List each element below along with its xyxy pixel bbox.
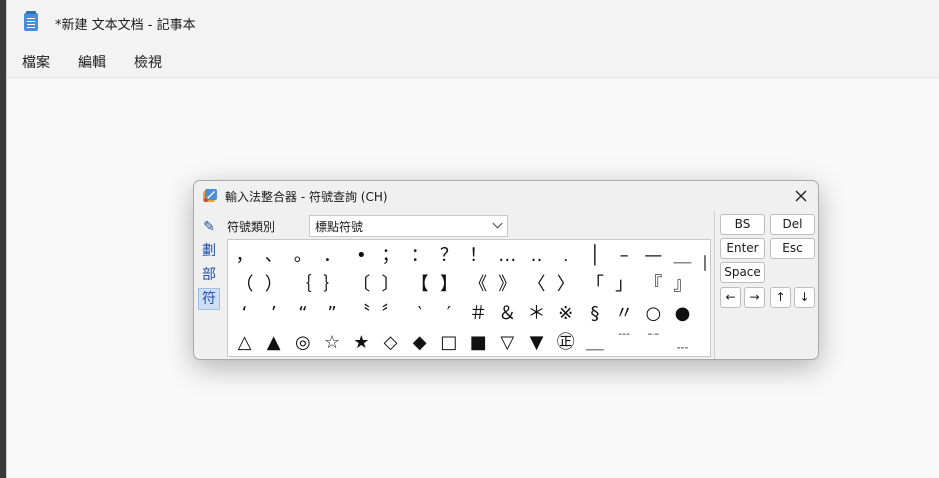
escape-key[interactable]: Esc xyxy=(770,238,815,259)
symbol-cell[interactable]: ‥ xyxy=(522,241,551,270)
category-label: 符號類別 xyxy=(227,220,276,234)
symbol-cell[interactable]: ＆ xyxy=(493,299,522,328)
window-title: *新建 文本文档 - 記事本 xyxy=(55,18,196,33)
symbol-cell[interactable]: ☆ xyxy=(318,328,347,356)
symbol-cell[interactable]: 】 xyxy=(434,270,463,299)
symbol-cell[interactable]: § xyxy=(580,299,609,328)
symbol-cell[interactable]: ＿ xyxy=(668,241,697,270)
symbol-cell[interactable]: △ xyxy=(230,328,259,356)
scrollbar-thumb[interactable] xyxy=(704,255,706,271)
symbol-cell[interactable]: │ xyxy=(580,241,609,270)
symbol-cell[interactable]: ﹍ xyxy=(668,328,697,356)
symbol-cell[interactable]: ◎ xyxy=(288,328,317,356)
menubar: 檔案 編輯 檢視 xyxy=(7,44,939,78)
symbol-cell[interactable]: ﹊ xyxy=(639,328,668,356)
lookup-mode-toolbar: ✎ 劃 部 符 xyxy=(198,216,220,312)
enter-key[interactable]: Enter xyxy=(720,238,765,259)
close-button[interactable] xyxy=(788,183,814,209)
category-value: 標點符號 xyxy=(315,220,364,234)
arrow-left-key[interactable]: ← xyxy=(720,287,741,308)
symbol-cell[interactable]: □ xyxy=(434,328,463,356)
stroke-mode-button[interactable]: 劃 xyxy=(198,240,220,262)
symbol-cell[interactable]: 《 xyxy=(464,270,493,299)
symbol-cell[interactable]: ㊣ xyxy=(551,328,580,356)
symbol-cell[interactable]: 『 xyxy=(639,270,668,299)
symbol-cell[interactable]: 』 xyxy=(668,270,697,299)
symbol-cell[interactable]: 〈 xyxy=(522,270,551,299)
symbol-cell[interactable]: ｛ xyxy=(288,270,317,299)
backspace-key[interactable]: BS xyxy=(720,214,765,235)
dialog-titlebar[interactable]: 輸入法整合器 - 符號查詢 (CH) xyxy=(194,181,818,211)
close-icon xyxy=(795,190,807,202)
symbol-cell[interactable]: 〔 xyxy=(347,270,376,299)
symbol-cell[interactable]: “ xyxy=(288,299,317,328)
symbol-mode-button[interactable]: 符 xyxy=(198,288,220,310)
symbol-cell[interactable]: ＿ xyxy=(580,328,609,356)
symbol-cell[interactable]: （ xyxy=(230,270,259,299)
symbol-cell[interactable]: ○ xyxy=(639,299,668,328)
handwriting-mode-button[interactable]: ✎ xyxy=(198,216,220,238)
symbol-cell[interactable]: 〝 xyxy=(347,299,376,328)
symbol-cell[interactable]: 〃 xyxy=(610,299,639,328)
menu-edit[interactable]: 編輯 xyxy=(78,52,106,72)
symbol-cell[interactable]: … xyxy=(493,241,522,270)
symbol-grid: ，、。． •；：？！… ‥ ﹒ │ – — ＿ （）｛｝〔〕【】《》〈〉「」『』 ‘’ “” 〝〞 ‵ ′… xyxy=(227,239,711,357)
symbol-cell[interactable]: ※ xyxy=(551,299,580,328)
symbol-cell[interactable]: ！ xyxy=(464,241,493,270)
symbol-cell[interactable]: ＃ xyxy=(464,299,493,328)
symbol-cell[interactable]: ？ xyxy=(434,241,463,270)
symbol-cell[interactable]: ‵ xyxy=(405,299,434,328)
arrow-up-key[interactable]: ↑ xyxy=(770,287,791,308)
menu-view[interactable]: 檢視 xyxy=(134,52,162,72)
symbol-cell[interactable]: 「 xyxy=(580,270,609,299)
symbol-cell[interactable]: ◆ xyxy=(405,328,434,356)
symbol-cell[interactable]: 【 xyxy=(405,270,434,299)
ime-symbol-dialog: 輸入法整合器 - 符號查詢 (CH) ✎ 劃 部 符 符號類別 標點符號 ，、。… xyxy=(193,180,819,360)
symbol-cell[interactable]: ‘ xyxy=(230,299,259,328)
symbol-cell[interactable]: ｝ xyxy=(318,270,347,299)
symbol-cell[interactable]: 〞 xyxy=(376,299,405,328)
ime-app-icon xyxy=(203,189,217,202)
symbol-cell[interactable]: ▲ xyxy=(259,328,288,356)
menu-file[interactable]: 檔案 xyxy=(22,52,50,72)
arrow-down-key[interactable]: ↓ xyxy=(794,287,815,308)
symbol-cell[interactable]: 」 xyxy=(610,270,639,299)
category-dropdown[interactable]: 標點符號 xyxy=(309,215,508,237)
symbol-cell[interactable]: ’ xyxy=(259,299,288,328)
symbol-cell[interactable]: ﹉ xyxy=(610,328,639,356)
symbol-cell[interactable]: 》 xyxy=(493,270,522,299)
symbol-cell[interactable]: ； xyxy=(376,241,405,270)
symbol-cell[interactable]: 〉 xyxy=(551,270,580,299)
symbol-cell[interactable]: – xyxy=(610,241,639,270)
symbol-cell[interactable]: ： xyxy=(405,241,434,270)
space-key[interactable]: Space xyxy=(720,262,765,283)
symbol-cell[interactable]: • xyxy=(347,241,376,270)
symbol-cell[interactable]: ▼ xyxy=(522,328,551,356)
symbol-cell[interactable]: ） xyxy=(259,270,288,299)
notepad-icon xyxy=(24,11,38,31)
symbol-cell[interactable]: ▽ xyxy=(493,328,522,356)
symbol-cell[interactable]: ● xyxy=(668,299,697,328)
panel-divider xyxy=(714,211,715,359)
symbol-cell[interactable]: ﹒ xyxy=(551,241,580,270)
chevron-down-icon xyxy=(492,218,503,229)
symbol-cell[interactable]: 、 xyxy=(259,241,288,270)
symbol-cell[interactable]: ★ xyxy=(347,328,376,356)
grid-scrollbar[interactable] xyxy=(701,241,709,355)
symbol-cell[interactable]: ′ xyxy=(434,299,463,328)
delete-key[interactable]: Del xyxy=(770,214,815,235)
arrow-right-key[interactable]: → xyxy=(744,287,765,308)
symbol-cell[interactable]: ” xyxy=(318,299,347,328)
symbol-cell[interactable]: ， xyxy=(230,241,259,270)
notepad-titlebar[interactable]: *新建 文本文档 - 記事本 xyxy=(7,0,939,44)
symbol-cell[interactable]: 。 xyxy=(288,241,317,270)
symbol-cell[interactable]: ■ xyxy=(464,328,493,356)
dialog-title: 輸入法整合器 - 符號查詢 (CH) xyxy=(225,190,388,204)
symbol-cell[interactable]: — xyxy=(639,241,668,270)
symbol-cell[interactable]: ◇ xyxy=(376,328,405,356)
symbol-cell[interactable]: ． xyxy=(318,241,347,270)
symbol-cell[interactable]: ＊ xyxy=(522,299,551,328)
symbol-cell[interactable]: 〕 xyxy=(376,270,405,299)
radical-mode-button[interactable]: 部 xyxy=(198,264,220,286)
